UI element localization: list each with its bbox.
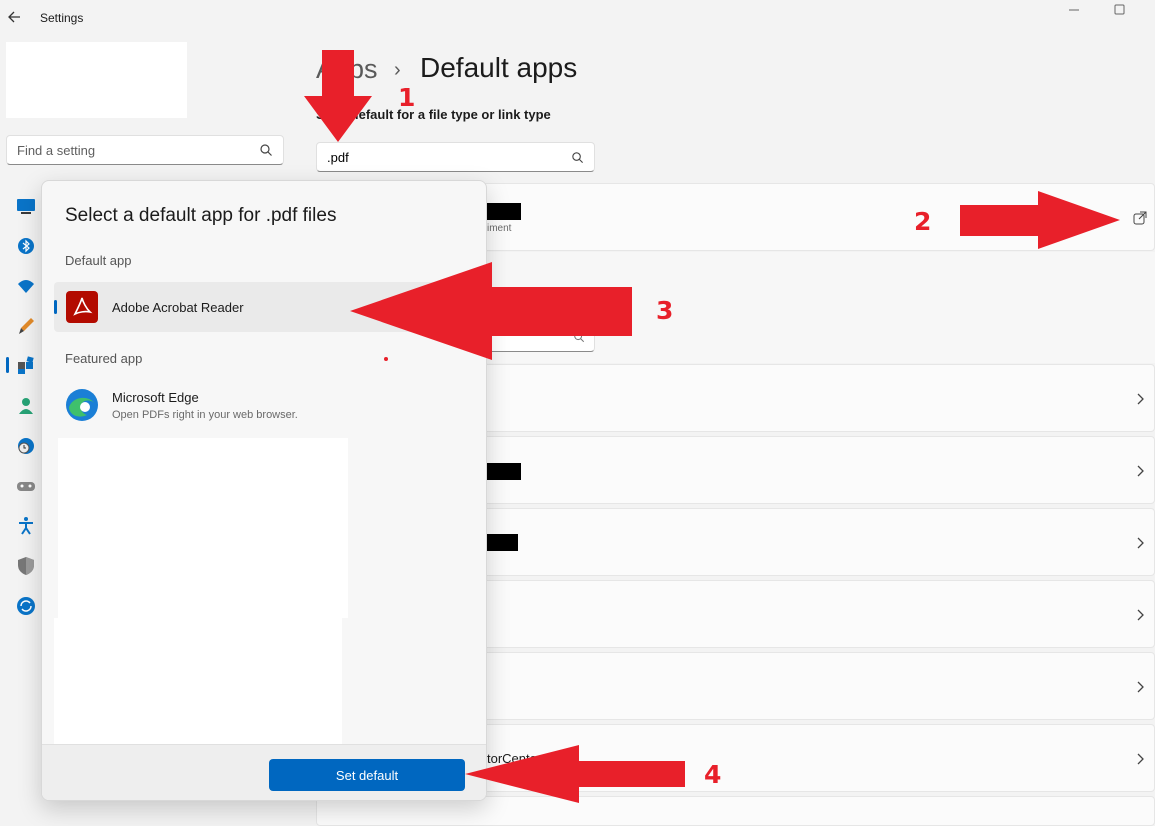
selected-indicator — [54, 300, 57, 314]
featured-app-heading: Featured app — [65, 351, 143, 366]
filetype-search-box[interactable] — [316, 142, 595, 172]
personalization-icon[interactable] — [16, 316, 36, 336]
search-icon — [572, 152, 584, 164]
window-title: Settings — [40, 11, 84, 25]
filetype-label: Set a default for a file type or link ty… — [316, 107, 551, 122]
accounts-icon[interactable] — [16, 396, 36, 416]
redacted-label — [485, 203, 521, 220]
gaming-icon[interactable] — [16, 476, 36, 496]
set-default-button[interactable]: Set default — [269, 759, 465, 791]
adobe-acrobat-icon — [66, 291, 98, 323]
accessibility-icon[interactable] — [16, 516, 36, 536]
system-icon[interactable] — [16, 196, 36, 216]
minimize-icon[interactable] — [1063, 3, 1085, 17]
maximize-icon[interactable] — [1108, 3, 1130, 17]
dialog-title: Select a default app for .pdf files — [65, 205, 337, 226]
annotation-number-2: 2 — [914, 207, 932, 236]
chevron-right-icon — [1137, 537, 1144, 549]
select-default-app-dialog: Select a default app for .pdf files Defa… — [41, 180, 487, 801]
profile-card[interactable] — [6, 42, 187, 118]
app-option-microsoft-edge[interactable]: Microsoft Edge Open PDFs right in your w… — [54, 379, 486, 429]
breadcrumb-apps[interactable]: Apps — [316, 54, 378, 85]
chevron-right-icon — [1137, 753, 1144, 765]
apps-icon[interactable] — [16, 356, 36, 376]
chevron-right-icon — [1137, 465, 1144, 477]
windows-update-icon[interactable] — [16, 596, 36, 616]
redacted-area — [58, 438, 348, 618]
back-arrow-icon[interactable] — [6, 6, 24, 28]
app-name: Adobe Acrobat Reader — [112, 300, 244, 315]
bluetooth-icon[interactable] — [16, 236, 36, 256]
annotation-number-3: 3 — [656, 296, 674, 325]
dialog-footer: Set default — [42, 744, 486, 800]
chevron-right-icon — [1137, 393, 1144, 405]
link-type-search-box[interactable] — [486, 322, 595, 352]
page-title: Default apps — [420, 52, 578, 83]
redacted-label — [485, 463, 521, 480]
default-app-heading: Default app — [65, 253, 132, 268]
chevron-right-icon — [1137, 681, 1144, 693]
search-icon — [574, 332, 585, 343]
network-icon[interactable] — [16, 276, 36, 296]
filetype-input[interactable] — [325, 149, 559, 166]
find-setting-search[interactable]: Find a setting — [6, 135, 284, 165]
redacted-area — [54, 618, 342, 744]
row-subtext: iment — [487, 223, 512, 234]
search-placeholder: Find a setting — [17, 143, 96, 158]
annotation-number-1: 1 — [398, 83, 416, 112]
app-name: Microsoft Edge — [112, 390, 199, 405]
chevron-right-icon — [1137, 609, 1144, 621]
breadcrumb-separator: › — [394, 59, 401, 81]
time-language-icon[interactable] — [16, 436, 36, 456]
app-description: Open PDFs right in your web browser. — [112, 409, 298, 421]
nav-selected-indicator — [6, 357, 9, 373]
microsoft-edge-icon — [66, 389, 98, 421]
annotation-number-4: 4 — [704, 760, 722, 789]
redacted-label — [485, 534, 518, 551]
external-link-icon[interactable] — [1133, 211, 1147, 225]
privacy-security-icon[interactable] — [16, 556, 36, 576]
row-label-fragment: torCente — [487, 751, 537, 766]
app-option-adobe-acrobat[interactable]: Adobe Acrobat Reader — [54, 282, 486, 332]
search-icon — [260, 144, 272, 156]
